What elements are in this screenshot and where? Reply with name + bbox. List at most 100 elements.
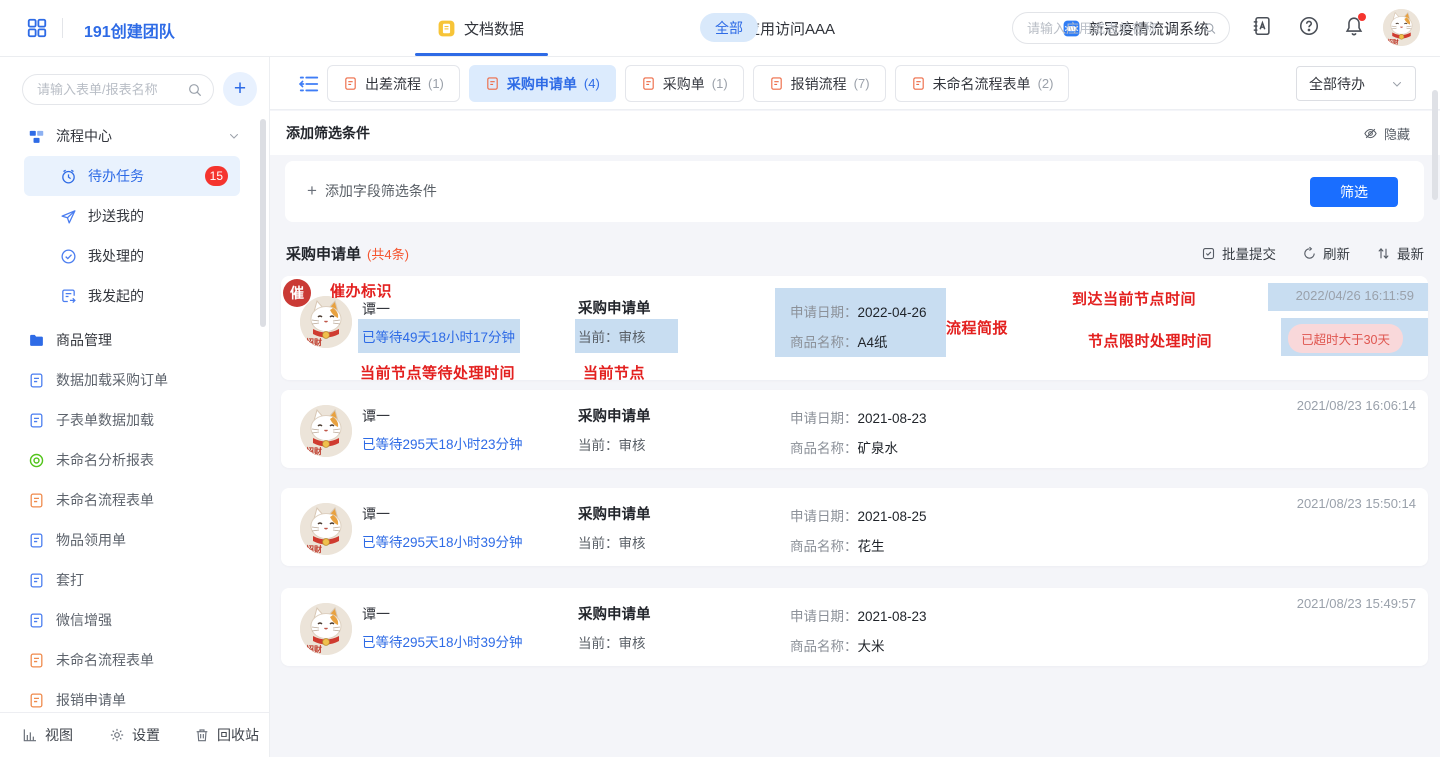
wait-duration: 已等待295天18小时39分钟 [362,531,523,551]
sidebar-item-wechat-enhance[interactable]: 微信增强 [0,600,270,640]
doc-icon [28,492,45,509]
applicant-name: 谭一 [362,299,390,319]
plus-icon: + [307,181,317,201]
avatar [300,503,352,555]
task-card[interactable]: 催 谭一 已等待49天18小时17分钟 采购申请单 当前：审核 申请日期：202… [281,276,1428,380]
todo-filter-select[interactable]: 全部待办 [1296,66,1416,101]
chip-business-trip[interactable]: 出差流程 (1) [327,65,460,102]
contacts-icon[interactable] [1251,15,1273,37]
add-form-button[interactable]: + [223,72,257,106]
tab-label: 文档数据 [464,18,524,39]
sidebar-item-process-center[interactable]: 流程中心 [0,116,270,156]
sidebar-item-todo-tasks[interactable]: 待办任务 15 [24,156,240,196]
wait-duration: 已等待295天18小时39分钟 [362,631,523,651]
arrive-node-time: 2021/08/23 15:49:57 [1297,596,1416,611]
initiate-icon [60,288,77,305]
sidebar-search[interactable] [22,74,214,105]
form-name: 采购申请单 [578,405,651,426]
product-line: 商品名称：A4纸 [790,331,888,351]
chip-purchase-order[interactable]: 采购单 (1) [625,65,744,102]
clock-icon [60,168,77,185]
send-icon [60,208,77,225]
recycle-bin-label: 回收站 [217,725,259,745]
sidebar-item-analysis-report[interactable]: 未命名分析报表 [0,440,270,480]
sidebar-item-started-by-me[interactable]: 我发起的 [0,276,270,316]
batch-submit-button[interactable]: 批量提交 [1201,243,1276,263]
search-icon[interactable] [1203,20,1217,37]
chip-unnamed-flow-form[interactable]: 未命名流程表单 (2) [895,65,1070,102]
collapse-sidebar-icon[interactable] [298,73,320,95]
sidebar-item-print-template[interactable]: 套打 [0,560,270,600]
sidebar-item-subform-load[interactable]: 子表单数据加载 [0,400,270,440]
sidebar-item-label: 物品领用单 [56,530,126,550]
add-filter-field-label: 添加字段筛选条件 [325,181,437,201]
all-apps-pill[interactable]: 全部 [700,13,758,42]
filter-title: 添加筛选条件 [286,123,370,143]
sidebar-item-label: 流程中心 [56,126,112,146]
chip-label: 出差流程 [365,74,421,94]
main-content: 出差流程 (1) 采购申请单 (4) 采购单 (1) 报销流程 (7) [270,57,1440,757]
task-card[interactable]: 谭一 已等待295天18小时23分钟 采购申请单 当前：审核 申请日期：2021… [281,390,1428,468]
apply-date-value: 2021-08-25 [858,509,927,524]
search-icon[interactable] [187,82,203,98]
recycle-bin-button[interactable]: 回收站 [194,725,259,745]
avatar [300,296,352,348]
doc-icon [28,572,45,589]
main-scrollbar[interactable] [1432,90,1438,200]
sidebar: + 流程中心 待办任务 15 抄送我的 我处理的 我发起的 商品管理 [0,57,270,757]
task-tabbar: 出差流程 (1) 采购申请单 (4) 采购单 (1) 报销流程 (7) [270,57,1440,110]
refresh-icon [1302,246,1317,261]
help-icon[interactable] [1298,15,1320,37]
filter-submit-button[interactable]: 筛选 [1310,177,1398,207]
global-search[interactable] [1012,12,1230,44]
apply-date-line: 申请日期：2021-08-25 [790,505,927,525]
sidebar-item-label: 我发起的 [88,286,144,306]
form-name: 采购申请单 [578,603,651,624]
overdue-pill: 已超时大于30天 [1288,324,1403,353]
views-button[interactable]: 视图 [22,725,73,745]
chip-reimburse-flow[interactable]: 报销流程 (7) [753,65,886,102]
trash-icon [194,727,210,743]
apply-date-label: 申请日期： [790,609,858,624]
chip-purchase-request[interactable]: 采购申请单 (4) [469,65,616,102]
sidebar-item-goods-mgmt[interactable]: 商品管理 [0,320,270,360]
sidebar-search-input[interactable] [37,82,187,97]
applicant-name: 谭一 [362,406,390,426]
task-card[interactable]: 谭一 已等待295天18小时39分钟 采购申请单 当前：审核 申请日期：2021… [281,588,1428,666]
sort-latest-button[interactable]: 最新 [1376,243,1424,263]
team-name[interactable]: 191创建团队 [84,18,175,42]
sidebar-item-label: 微信增强 [56,610,112,630]
add-filter-field-button[interactable]: + 添加字段筛选条件 [307,181,437,201]
chip-label: 采购申请单 [507,74,577,94]
list-header: 采购申请单 (共4条) 批量提交 刷新 最新 [286,240,1424,266]
tab-doc-data[interactable]: 文档数据 [437,0,524,56]
sidebar-item-unnamed-flow-form[interactable]: 未命名流程表单 [0,480,270,520]
global-search-input[interactable] [1027,21,1203,36]
current-node: 当前：审核 [578,434,646,454]
sort-icon [1376,246,1391,261]
current-node: 当前：审核 [578,326,646,346]
sidebar-item-cc-to-me[interactable]: 抄送我的 [0,196,270,236]
sidebar-item-label: 未命名流程表单 [56,650,154,670]
applicant-name: 谭一 [362,604,390,624]
tab-label: 应用访问AAA [745,18,835,39]
sidebar-scrollbar[interactable] [260,119,266,327]
sidebar-item-label: 数据加载采购订单 [56,370,168,390]
user-avatar[interactable] [1383,9,1420,46]
chevron-down-icon[interactable] [228,130,240,142]
product-label: 商品名称： [790,335,858,350]
avatar [300,603,352,655]
refresh-button[interactable]: 刷新 [1302,243,1350,263]
product-value: 大米 [858,639,885,654]
sidebar-item-item-requisition[interactable]: 物品领用单 [0,520,270,560]
sidebar-item-handled-by-me[interactable]: 我处理的 [0,236,270,276]
app-grid-icon[interactable] [26,17,48,39]
task-card[interactable]: 谭一 已等待295天18小时39分钟 采购申请单 当前：审核 申请日期：2021… [281,488,1428,566]
sidebar-item-unnamed-flow-form-2[interactable]: 未命名流程表单 [0,640,270,680]
doc-icon [28,372,45,389]
product-label: 商品名称： [790,639,858,654]
hide-filter-button[interactable]: 隐藏 [1363,124,1410,143]
doc-icon [911,76,926,91]
sidebar-item-data-load-order[interactable]: 数据加载采购订单 [0,360,270,400]
settings-button[interactable]: 设置 [109,725,160,745]
